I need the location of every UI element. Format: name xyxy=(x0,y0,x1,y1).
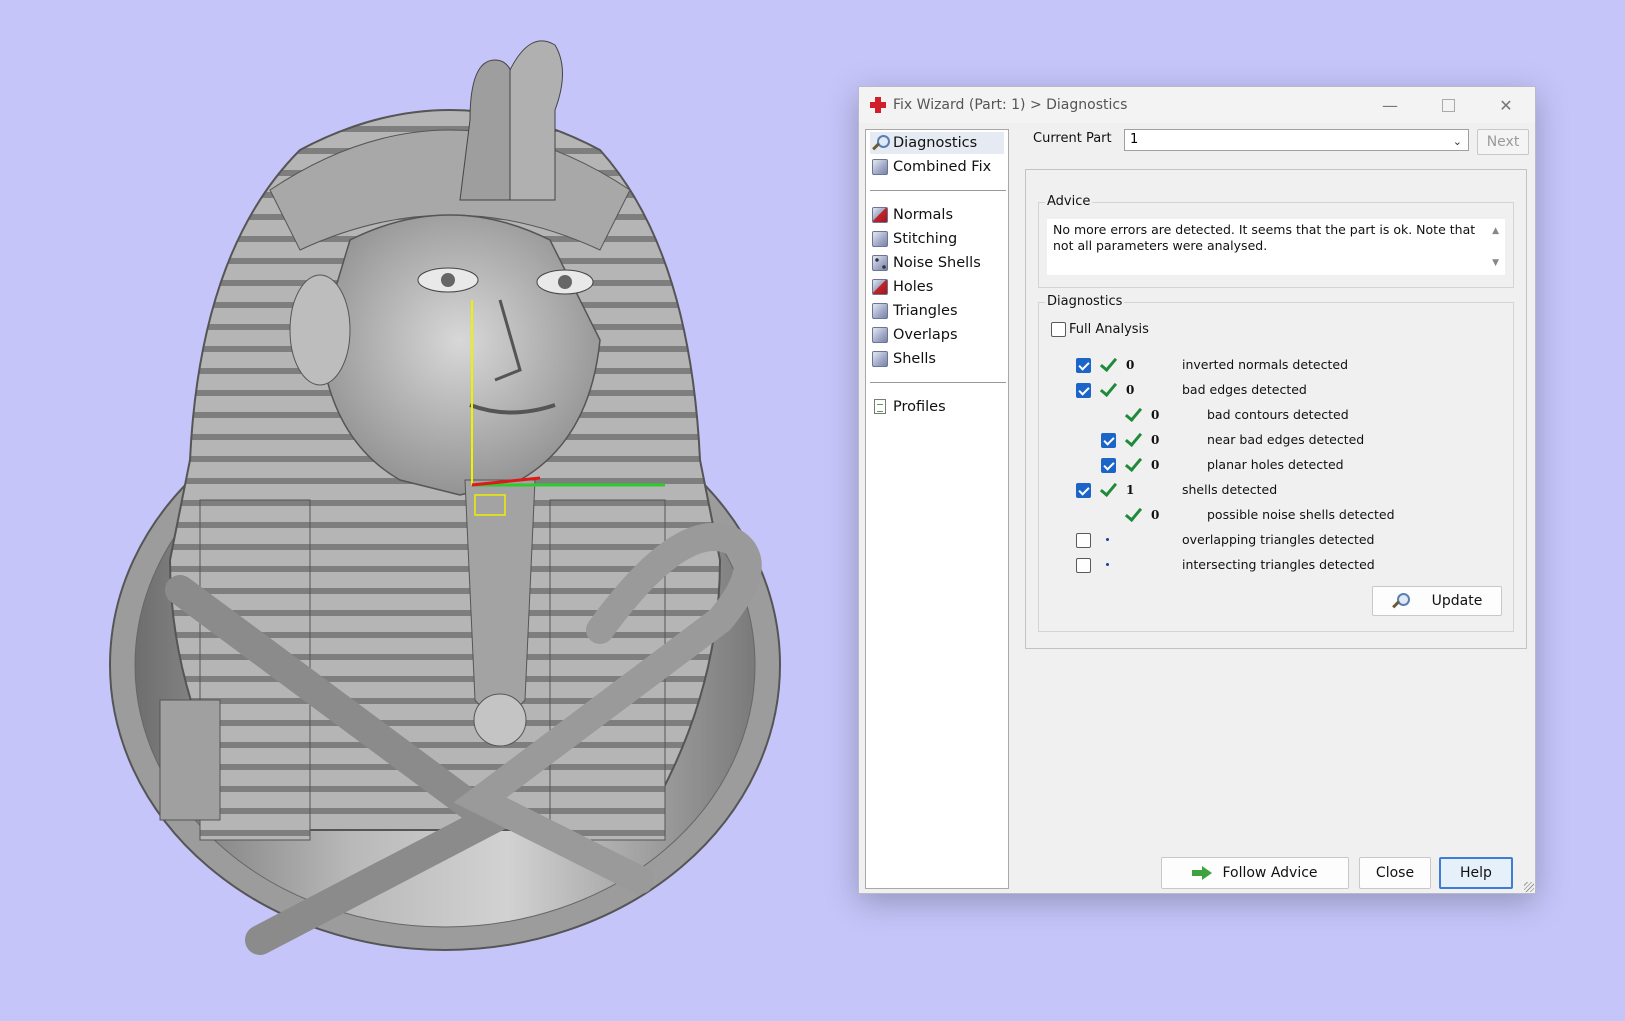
noise-shells-text: possible noise shells detected xyxy=(1207,507,1395,522)
close-window-button[interactable]: ✕ xyxy=(1477,87,1535,123)
nav-item-stitching[interactable]: Stitching xyxy=(870,228,961,250)
nav-divider xyxy=(870,190,1006,191)
near-bad-edges-checkbox[interactable] xyxy=(1101,433,1116,448)
advice-text: No more errors are detected. It seems th… xyxy=(1053,222,1476,253)
nav-label: Diagnostics xyxy=(893,135,978,151)
close-button[interactable]: Close xyxy=(1359,857,1431,889)
holes-cube-icon xyxy=(872,279,888,295)
next-button[interactable]: Next xyxy=(1477,129,1529,155)
wizard-nav: Diagnostics Combined Fix Normals Stitchi… xyxy=(865,129,1009,889)
overlapping-triangles-checkbox[interactable] xyxy=(1076,533,1091,548)
check-icon xyxy=(1125,506,1139,522)
nav-item-combined-fix[interactable]: Combined Fix xyxy=(870,156,995,178)
bad-contours-text: bad contours detected xyxy=(1207,407,1349,422)
diagnostics-title: Diagnostics xyxy=(1045,294,1125,309)
check-icon xyxy=(1125,406,1139,422)
current-part-label: Current Part xyxy=(1033,131,1112,146)
bad-edges-checkbox[interactable] xyxy=(1076,383,1091,398)
nav-item-overlaps[interactable]: Overlaps xyxy=(870,324,962,346)
bad-edges-count: 0 xyxy=(1126,383,1135,397)
shells-text: shells detected xyxy=(1182,482,1278,497)
follow-advice-button[interactable]: Follow Advice xyxy=(1161,857,1349,889)
diagnostics-panel: Advice No more errors are detected. It s… xyxy=(1025,169,1527,649)
nav-divider xyxy=(870,382,1006,383)
inverted-normals-text: inverted normals detected xyxy=(1182,357,1349,372)
diagnostics-group: Diagnostics Full Analysis 0 inverted nor… xyxy=(1038,294,1514,632)
check-icon xyxy=(1100,481,1114,497)
shells-count: 1 xyxy=(1126,483,1135,497)
fix-wizard-dialog: Fix Wizard (Part: 1) > Diagnostics — ✕ D… xyxy=(858,86,1536,894)
title-bar[interactable]: Fix Wizard (Part: 1) > Diagnostics — ✕ xyxy=(859,87,1535,123)
planar-holes-count: 0 xyxy=(1151,458,1160,472)
advice-group: Advice No more errors are detected. It s… xyxy=(1038,194,1514,288)
nav-label: Overlaps xyxy=(893,327,958,343)
near-bad-edges-count: 0 xyxy=(1151,433,1160,447)
scroll-down-icon[interactable]: ▼ xyxy=(1492,255,1499,271)
chevron-down-icon: ⌄ xyxy=(1452,135,1462,148)
noise-shells-count: 0 xyxy=(1151,508,1160,522)
shells-checkbox[interactable] xyxy=(1076,483,1091,498)
bad-contours-count: 0 xyxy=(1151,408,1160,422)
follow-advice-label: Follow Advice xyxy=(1222,865,1318,881)
current-part-select[interactable]: 1 ⌄ xyxy=(1124,129,1469,151)
nav-label: Normals xyxy=(893,207,954,223)
nav-item-shells[interactable]: Shells xyxy=(870,348,940,370)
not-analysed-dot-icon xyxy=(1106,538,1109,541)
noise-shells-icon xyxy=(872,255,888,271)
nav-label: Profiles xyxy=(893,399,946,415)
inverted-normals-count: 0 xyxy=(1126,358,1135,372)
nav-item-profiles[interactable]: Profiles xyxy=(870,396,950,418)
advice-title: Advice xyxy=(1045,194,1093,209)
triangles-cube-icon xyxy=(872,303,888,319)
maximize-button[interactable] xyxy=(1419,87,1477,123)
scroll-up-icon[interactable]: ▲ xyxy=(1492,223,1499,239)
document-icon xyxy=(872,399,888,415)
full-analysis-checkbox[interactable] xyxy=(1051,322,1066,337)
near-bad-edges-text: near bad edges detected xyxy=(1207,432,1365,447)
magnifier-icon xyxy=(1391,593,1410,609)
shells-cube-icon xyxy=(872,351,888,367)
nav-item-normals[interactable]: Normals xyxy=(870,204,957,226)
current-part-value: 1 xyxy=(1130,132,1139,147)
magnifier-icon xyxy=(872,135,890,151)
nav-label: Combined Fix xyxy=(893,159,992,175)
check-icon xyxy=(1100,356,1114,372)
red-cross-icon xyxy=(869,96,887,114)
inverted-normals-checkbox[interactable] xyxy=(1076,358,1091,373)
advice-text-box[interactable]: No more errors are detected. It seems th… xyxy=(1047,219,1505,275)
check-icon xyxy=(1125,431,1139,447)
check-icon xyxy=(1100,381,1114,397)
update-button[interactable]: Update xyxy=(1372,586,1502,616)
resize-grip[interactable] xyxy=(1524,882,1534,892)
green-arrow-icon xyxy=(1192,866,1213,880)
nav-item-diagnostics[interactable]: Diagnostics xyxy=(870,132,1004,154)
nav-label: Stitching xyxy=(893,231,958,247)
update-label: Update xyxy=(1431,593,1483,609)
nav-label: Shells xyxy=(893,351,936,367)
nav-item-triangles[interactable]: Triangles xyxy=(870,300,962,322)
planar-holes-checkbox[interactable] xyxy=(1101,458,1116,473)
window-title: Fix Wizard (Part: 1) > Diagnostics xyxy=(893,97,1128,113)
normals-cube-icon xyxy=(872,207,888,223)
planar-holes-text: planar holes detected xyxy=(1207,457,1344,472)
nav-item-noise-shells[interactable]: Noise Shells xyxy=(870,252,985,274)
nav-item-holes[interactable]: Holes xyxy=(870,276,937,298)
not-analysed-dot-icon xyxy=(1106,563,1109,566)
cube-icon xyxy=(872,159,888,175)
minimize-button[interactable]: — xyxy=(1361,87,1419,123)
full-analysis-label: Full Analysis xyxy=(1069,322,1149,337)
help-button[interactable]: Help xyxy=(1439,857,1513,889)
nav-label: Holes xyxy=(893,279,934,295)
nav-label: Triangles xyxy=(893,303,958,319)
nav-label: Noise Shells xyxy=(893,255,981,271)
check-icon xyxy=(1125,456,1139,472)
intersecting-triangles-checkbox[interactable] xyxy=(1076,558,1091,573)
overlaps-cube-icon xyxy=(872,327,888,343)
intersecting-triangles-text: intersecting triangles detected xyxy=(1182,557,1375,572)
maximize-icon xyxy=(1441,98,1455,112)
bad-edges-text: bad edges detected xyxy=(1182,382,1307,397)
stitching-cube-icon xyxy=(872,231,888,247)
overlapping-triangles-text: overlapping triangles detected xyxy=(1182,532,1375,547)
